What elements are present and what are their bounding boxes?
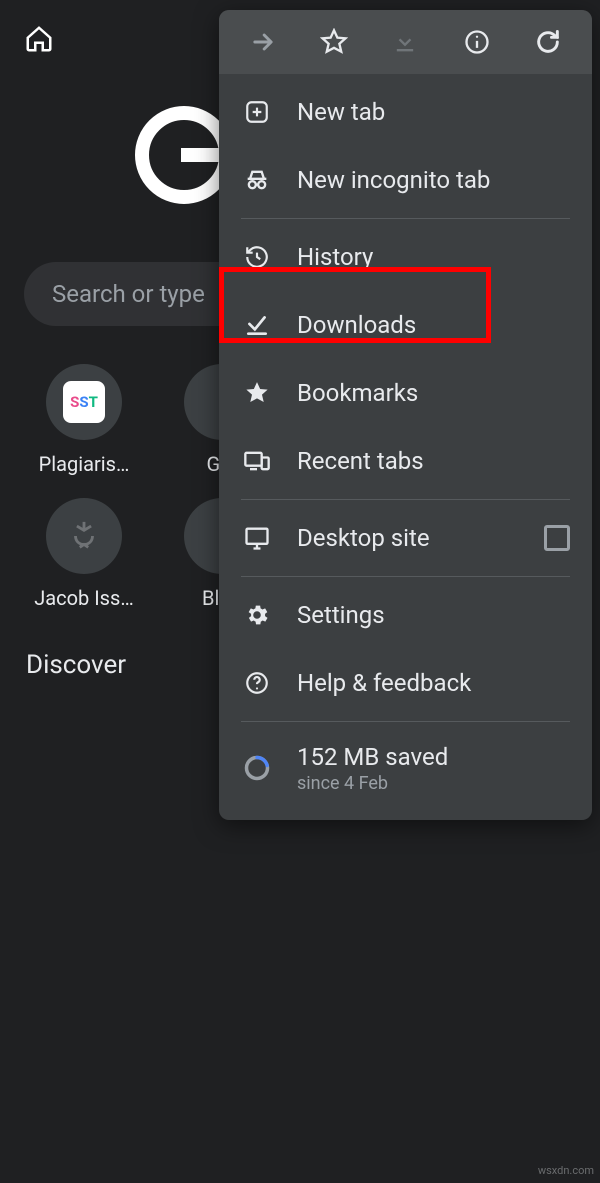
data-saver-sub: since 4 Feb [297, 773, 448, 794]
watermark: wsxdn.com [538, 1164, 594, 1177]
menu-item-settings[interactable]: Settings [219, 581, 592, 649]
menu-separator [241, 576, 570, 577]
menu-item-recent-tabs[interactable]: Recent tabs [219, 427, 592, 495]
search-placeholder: Search or type [52, 280, 205, 308]
shortcut-plagiarism[interactable]: SST Plagiaris… [24, 364, 144, 476]
gear-icon [244, 602, 270, 628]
overflow-menu: New tab New incognito tab History Downlo… [219, 10, 592, 820]
devices-icon [243, 447, 271, 475]
data-saver-icon [243, 754, 271, 782]
desktop-site-checkbox[interactable] [544, 525, 570, 551]
forward-icon [249, 28, 277, 56]
star-outline-icon [320, 28, 348, 56]
incognito-icon [243, 166, 271, 194]
menu-item-new-tab[interactable]: New tab [219, 78, 592, 146]
reload-icon [534, 28, 562, 56]
shortcut-label: Jacob Iss… [34, 586, 133, 610]
menu-item-bookmarks[interactable]: Bookmarks [219, 359, 592, 427]
menu-separator [241, 721, 570, 722]
menu-item-label: New tab [297, 98, 570, 126]
home-icon [24, 24, 54, 54]
menu-item-label: Desktop site [297, 524, 544, 552]
reload-button[interactable] [520, 14, 576, 70]
downloads-done-icon [244, 312, 270, 338]
bookmark-button[interactable] [306, 14, 362, 70]
shortcut-jacob[interactable]: Jacob Iss… [24, 498, 144, 610]
menu-item-downloads[interactable]: Downloads [219, 291, 592, 359]
menu-item-label: New incognito tab [297, 166, 570, 194]
sst-icon: SST [63, 381, 105, 423]
menu-item-desktop-site[interactable]: Desktop site [219, 504, 592, 572]
menu-item-label: Bookmarks [297, 379, 570, 407]
menu-item-incognito[interactable]: New incognito tab [219, 146, 592, 214]
menu-item-history[interactable]: History [219, 223, 592, 291]
menu-item-label: Settings [297, 601, 570, 629]
menu-list: New tab New incognito tab History Downlo… [219, 74, 592, 820]
menu-separator [241, 218, 570, 219]
info-icon [463, 28, 491, 56]
history-icon [244, 244, 270, 270]
desktop-icon [243, 524, 271, 552]
menu-separator [241, 499, 570, 500]
menu-item-help[interactable]: Help & feedback [219, 649, 592, 717]
home-button[interactable] [15, 15, 63, 63]
shortcut-icon-circle [46, 498, 122, 574]
download-button[interactable] [377, 14, 433, 70]
menu-item-label: History [297, 243, 570, 271]
info-button[interactable] [449, 14, 505, 70]
menu-item-data-saver[interactable]: 152 MB saved since 4 Feb [219, 726, 592, 810]
menu-top-row [219, 10, 592, 74]
data-saver-main: 152 MB saved [297, 743, 448, 771]
shortcut-icon-circle: SST [46, 364, 122, 440]
jacob-icon [67, 519, 101, 553]
star-icon [244, 380, 270, 406]
menu-item-label: Help & feedback [297, 669, 570, 697]
shortcut-label: Plagiaris… [39, 452, 130, 476]
download-icon [391, 28, 419, 56]
help-icon [244, 670, 270, 696]
menu-item-label: Recent tabs [297, 447, 570, 475]
forward-button[interactable] [235, 14, 291, 70]
plus-box-icon [244, 99, 270, 125]
menu-item-label: Downloads [297, 311, 570, 339]
